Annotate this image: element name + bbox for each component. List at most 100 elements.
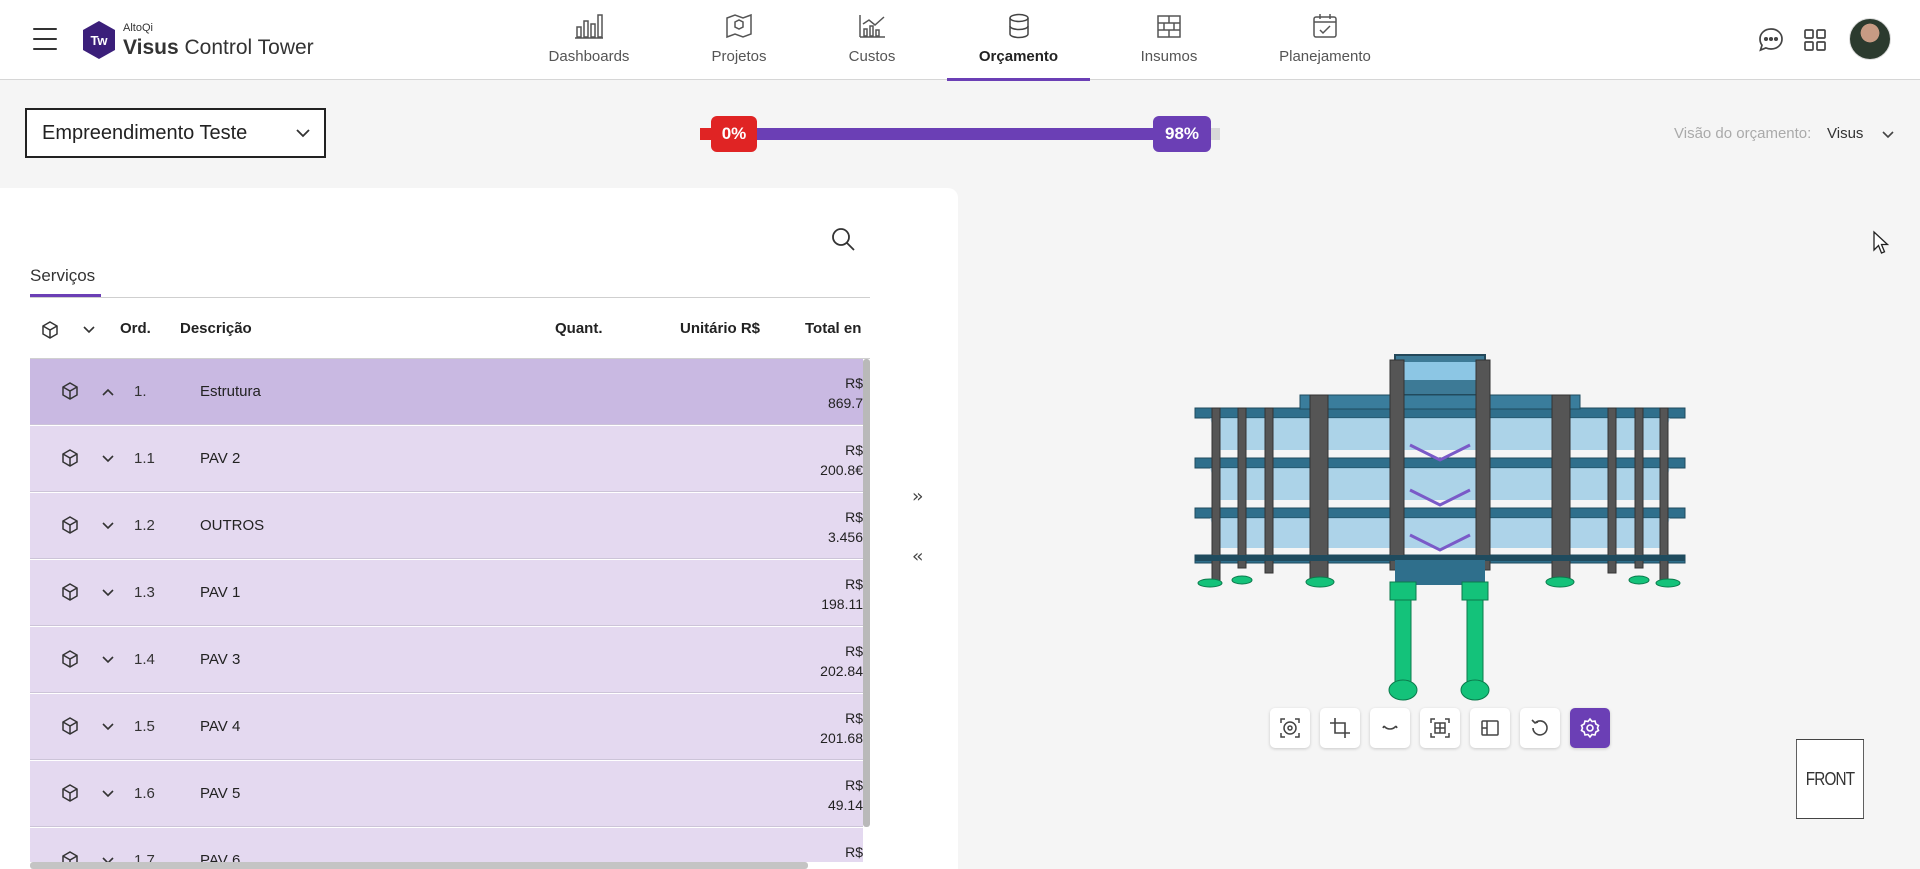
chevron-down-icon[interactable] [101, 654, 115, 666]
chevron-down-icon[interactable] [82, 324, 96, 336]
expand-panel-button[interactable]: ›› [912, 486, 924, 507]
col-descricao[interactable]: Descrição [180, 320, 252, 337]
table-row[interactable]: 1. Estrutura R$ 869.7 [30, 359, 863, 425]
settings-button[interactable] [1570, 708, 1610, 748]
col-unitario[interactable]: Unitário R$ [680, 320, 760, 337]
nav-planejamento[interactable]: Planejamento [1272, 0, 1378, 80]
apps-grid-icon[interactable] [1803, 28, 1827, 52]
cube-icon[interactable] [40, 320, 60, 340]
tab-divider [30, 297, 870, 298]
collapse-panel-button[interactable]: ‹‹ [912, 546, 924, 567]
fit-view-icon [1430, 718, 1450, 738]
floor-plan-button[interactable] [1470, 708, 1510, 748]
building-model[interactable] [1190, 350, 1690, 710]
nav-custos[interactable]: Custos [834, 0, 910, 80]
row-total-value: 869.7 [827, 395, 863, 411]
nav-projetos-label: Projetos [711, 48, 767, 65]
settings-icon [1580, 717, 1600, 739]
cube-icon[interactable] [60, 381, 80, 401]
table-row[interactable]: 1.2 OUTROS R$ 3.456 [30, 493, 863, 559]
nav-dashboards-label: Dashboards [548, 48, 630, 65]
nav-insumos[interactable]: Insumos [1128, 0, 1210, 80]
row-desc: Estrutura [200, 383, 261, 400]
row-total: R$ 49.14 [783, 775, 863, 815]
cube-icon[interactable] [60, 515, 80, 535]
chevron-down-icon[interactable] [101, 788, 115, 800]
col-quant[interactable]: Quant. [555, 320, 603, 337]
row-ord: 1.4 [134, 651, 155, 668]
row-desc: PAV 5 [200, 785, 241, 802]
menu-icon[interactable] [33, 28, 57, 50]
services-table-body: 1. Estrutura R$ 869.7 1.1 PAV 2 R$ 200.8€ … [30, 359, 863, 862]
row-total-value: 49.14 [827, 797, 863, 813]
row-total-value: 198.11 [821, 596, 863, 612]
table-row[interactable]: 1.3 PAV 1 R$ 198.11 [30, 560, 863, 626]
nav-projetos[interactable]: Projetos [699, 0, 779, 80]
logo-text: Tw [90, 33, 108, 48]
project-select[interactable]: Empreendimento Teste [25, 108, 326, 158]
vertical-scrollbar[interactable] [863, 359, 870, 827]
col-total[interactable]: Total en [805, 320, 861, 337]
chevron-up-icon[interactable] [101, 386, 115, 398]
tab-servicos[interactable]: Serviços [30, 266, 95, 286]
chevron-down-icon[interactable] [101, 453, 115, 465]
row-ord: 1. [134, 383, 147, 400]
horizontal-scrollbar[interactable] [30, 862, 808, 869]
row-total: R$ 869.7 [783, 373, 863, 413]
row-desc: PAV 6 [200, 852, 241, 862]
col-ord[interactable]: Ord. [120, 320, 151, 337]
chevron-down-icon[interactable] [101, 520, 115, 532]
cube-icon[interactable] [60, 850, 80, 862]
chat-icon[interactable] [1757, 26, 1785, 54]
reset-view-button[interactable] [1520, 708, 1560, 748]
crop-button[interactable] [1320, 708, 1360, 748]
chevron-down-icon[interactable] [101, 721, 115, 733]
row-ord: 1.6 [134, 785, 155, 802]
row-desc: PAV 4 [200, 718, 241, 735]
row-total-currency: R$ [845, 509, 863, 525]
row-total: R$ 200.8€ [783, 440, 863, 480]
range-max-handle[interactable]: 98% [1153, 116, 1211, 152]
budget-view-select[interactable]: Visus [1827, 125, 1863, 142]
floor-plan-icon [1481, 720, 1499, 736]
row-total-value: 201.68 [820, 730, 863, 746]
range-min-handle[interactable]: 0% [711, 116, 757, 152]
row-total-currency: R$ [845, 375, 863, 391]
nav-insumos-label: Insumos [1140, 48, 1198, 65]
cube-icon[interactable] [60, 783, 80, 803]
table-row[interactable]: 1.7 PAV 6 R$ [30, 828, 863, 862]
row-total-currency: R$ [845, 576, 863, 592]
row-total: R$ 198.11 [783, 574, 863, 614]
section-icon [1382, 725, 1398, 730]
row-total-currency: R$ [845, 844, 863, 860]
table-row[interactable]: 1.1 PAV 2 R$ 200.8€ [30, 426, 863, 492]
cube-icon[interactable] [60, 582, 80, 602]
app-logo: Tw [83, 21, 115, 59]
section-button[interactable] [1370, 708, 1410, 748]
cube-icon[interactable] [60, 716, 80, 736]
cube-icon[interactable] [60, 448, 80, 468]
focus-button[interactable] [1270, 708, 1310, 748]
nav-planejamento-label: Planejamento [1279, 48, 1371, 65]
viewer-toolbar [1270, 708, 1610, 748]
search-icon[interactable] [830, 226, 856, 252]
table-row[interactable]: 1.5 PAV 4 R$ 201.68 [30, 694, 863, 760]
row-total-currency: R$ [845, 710, 863, 726]
row-ord: 1.7 [134, 852, 155, 862]
table-header: Ord. Descrição Quant. Unitário R$ Total … [30, 310, 870, 358]
chevron-down-icon[interactable] [101, 587, 115, 599]
nav-dashboards[interactable]: Dashboards [540, 0, 638, 80]
table-row[interactable]: 1.6 PAV 5 R$ 49.14 [30, 761, 863, 827]
blueprint-icon [726, 13, 752, 39]
table-row[interactable]: 1.4 PAV 3 R$ 202.84 [30, 627, 863, 693]
fit-view-button[interactable] [1420, 708, 1460, 748]
chevron-down-icon[interactable] [101, 855, 115, 862]
bar-chart-icon [575, 14, 603, 39]
nav-orcamento[interactable]: Orçamento [947, 0, 1090, 81]
view-cube[interactable]: FRONT [1796, 739, 1864, 819]
row-desc: PAV 3 [200, 651, 241, 668]
cube-icon[interactable] [60, 649, 80, 669]
chevron-down-icon[interactable] [1880, 128, 1896, 142]
row-total-value: 200.8€ [820, 462, 863, 478]
user-avatar[interactable] [1849, 18, 1891, 60]
